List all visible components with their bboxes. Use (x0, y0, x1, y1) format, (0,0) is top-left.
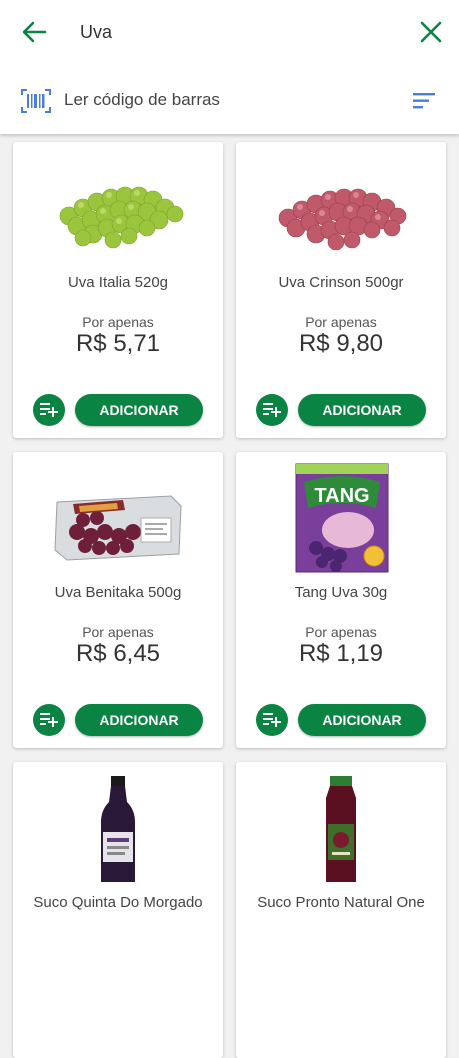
product-price: R$ 9,80 (298, 330, 384, 357)
top-bar: Ler código de barras (0, 0, 459, 134)
product-name: Suco Pronto Natural One (257, 894, 425, 911)
add-button[interactable]: ADICIONAR (298, 704, 426, 736)
add-button[interactable]: ADICIONAR (75, 704, 203, 736)
product-name: Suco Quinta Do Morgado (33, 894, 203, 911)
product-image-tang-packet: TANG (295, 463, 389, 573)
product-card[interactable]: Suco Pronto Natural One (236, 762, 446, 1058)
back-button[interactable] (18, 17, 50, 47)
product-card[interactable]: TANG Tang Uva 30g Por apenas R$ 1,19 ADI… (236, 452, 446, 748)
product-name: Tang Uva 30g (294, 584, 388, 601)
scan-barcode-button[interactable]: Ler código de barras (18, 84, 278, 118)
barcode-icon (21, 89, 51, 113)
add-to-list-button[interactable] (33, 704, 65, 736)
product-name: Uva Crinson 500gr (278, 274, 404, 291)
product-image-grape-box (54, 495, 182, 561)
add-to-list-button[interactable] (256, 394, 288, 426)
sort-button[interactable] (410, 88, 440, 114)
add-to-list-icon (40, 713, 58, 727)
price-label: Por apenas (82, 314, 154, 330)
product-image-red-grapes (278, 188, 407, 251)
search-input[interactable] (80, 16, 400, 48)
product-image-juice-bottle (326, 776, 356, 882)
product-card[interactable]: Suco Quinta Do Morgado (13, 762, 223, 1058)
clear-search-button[interactable] (416, 17, 446, 47)
close-icon (420, 21, 442, 43)
price-label: Por apenas (305, 624, 377, 640)
product-name: Uva Italia 520g (67, 274, 169, 291)
product-card[interactable]: Uva Benitaka 500g Por apenas R$ 6,45 ADI… (13, 452, 223, 748)
add-to-list-icon (263, 403, 281, 417)
price-label: Por apenas (82, 624, 154, 640)
add-to-list-button[interactable] (33, 394, 65, 426)
add-button[interactable]: ADICIONAR (75, 394, 203, 426)
product-price: R$ 6,45 (75, 640, 161, 667)
add-to-list-icon (40, 403, 58, 417)
add-to-list-icon (263, 713, 281, 727)
add-to-list-button[interactable] (256, 704, 288, 736)
product-image-green-grapes (59, 186, 184, 249)
add-button[interactable]: ADICIONAR (298, 394, 426, 426)
product-card[interactable]: Uva Crinson 500gr Por apenas R$ 9,80 ADI… (236, 142, 446, 438)
sort-icon (413, 93, 435, 109)
product-image-juice-bottle (101, 776, 135, 882)
product-card[interactable]: Uva Italia 520g Por apenas R$ 5,71 ADICI… (13, 142, 223, 438)
back-arrow-icon (22, 21, 47, 43)
barcode-row: Ler código de barras (0, 78, 459, 122)
tang-logo-text: TANG (314, 485, 369, 507)
product-price: R$ 5,71 (75, 330, 161, 357)
product-name: Uva Benitaka 500g (54, 584, 182, 601)
barcode-label: Ler código de barras (64, 90, 220, 109)
price-label: Por apenas (305, 314, 377, 330)
product-price: R$ 1,19 (298, 640, 384, 667)
